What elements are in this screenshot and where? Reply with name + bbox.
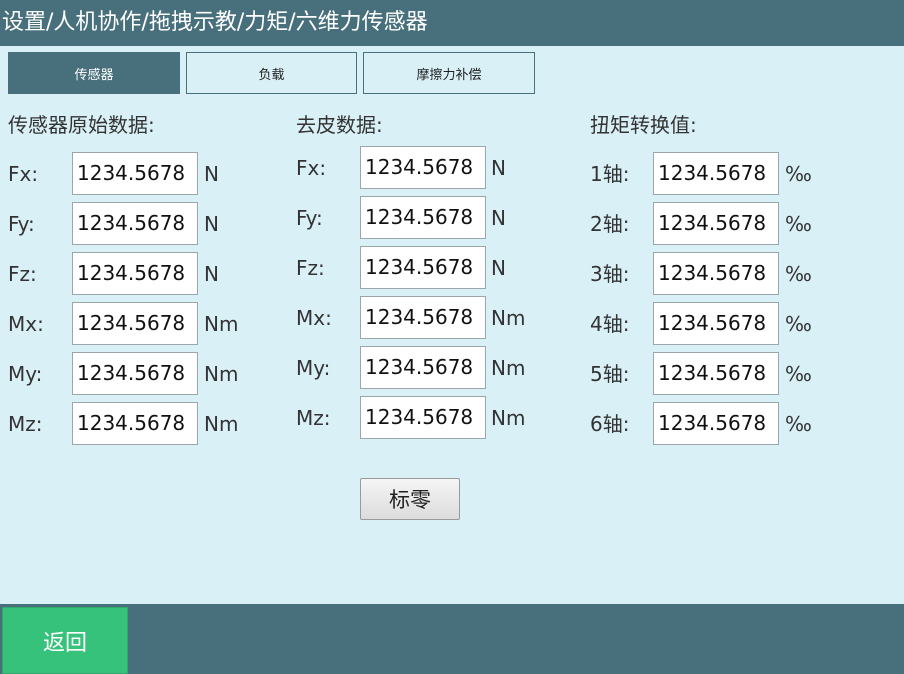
axis-2-label: 2轴: bbox=[590, 212, 630, 236]
tare-my-unit: Nm bbox=[491, 356, 526, 380]
raw-mx-label: Mx: bbox=[8, 312, 44, 336]
title-bar: 设置/人机协作/拖拽示教/力矩/六维力传感器 bbox=[0, 0, 904, 46]
tare-fx-label: Fx: bbox=[296, 156, 327, 180]
tare-fy-label: Fy: bbox=[296, 206, 323, 230]
raw-my-field[interactable]: 1234.5678 bbox=[72, 352, 198, 395]
axis-6-unit: ‰ bbox=[785, 412, 812, 436]
raw-mz-label: Mz: bbox=[8, 412, 43, 436]
tare-mz-label: Mz: bbox=[296, 406, 331, 430]
bottom-bar bbox=[0, 604, 904, 674]
tare-fy-unit: N bbox=[491, 206, 506, 230]
tare-data-title: 去皮数据: bbox=[296, 113, 383, 137]
raw-fz-unit: N bbox=[204, 262, 219, 286]
axis-5-unit: ‰ bbox=[785, 362, 812, 386]
raw-fx-unit: N bbox=[204, 162, 219, 186]
raw-data-title: 传感器原始数据: bbox=[8, 113, 155, 137]
raw-fx-label: Fx: bbox=[8, 162, 39, 186]
axis-2-field[interactable]: 1234.5678 bbox=[653, 202, 779, 245]
axis-1-field[interactable]: 1234.5678 bbox=[653, 152, 779, 195]
axis-3-unit: ‰ bbox=[785, 262, 812, 286]
tab-friction-compensation[interactable]: 摩擦力补偿 bbox=[363, 52, 535, 94]
raw-fz-label: Fz: bbox=[8, 262, 37, 286]
axis-1-unit: ‰ bbox=[785, 162, 812, 186]
app-window: 设置/人机协作/拖拽示教/力矩/六维力传感器 传感器 负载 摩擦力补偿 传感器原… bbox=[0, 0, 904, 674]
tare-fx-unit: N bbox=[491, 156, 506, 180]
tare-fz-field[interactable]: 1234.5678 bbox=[360, 246, 486, 289]
axis-5-field[interactable]: 1234.5678 bbox=[653, 352, 779, 395]
raw-fz-field[interactable]: 1234.5678 bbox=[72, 252, 198, 295]
zero-button[interactable]: 标零 bbox=[360, 478, 460, 520]
torque-conversion-title: 扭矩转换值: bbox=[590, 113, 697, 137]
back-button[interactable]: 返回 bbox=[2, 607, 128, 674]
axis-4-unit: ‰ bbox=[785, 312, 812, 336]
axis-3-label: 3轴: bbox=[590, 262, 630, 286]
raw-my-unit: Nm bbox=[204, 362, 239, 386]
axis-1-label: 1轴: bbox=[590, 162, 630, 186]
tare-my-label: My: bbox=[296, 356, 331, 380]
tare-mx-field[interactable]: 1234.5678 bbox=[360, 296, 486, 339]
tab-load[interactable]: 负载 bbox=[186, 52, 357, 94]
raw-fx-field[interactable]: 1234.5678 bbox=[72, 152, 198, 195]
page-title: 设置/人机协作/拖拽示教/力矩/六维力传感器 bbox=[2, 10, 428, 35]
axis-4-label: 4轴: bbox=[590, 312, 630, 336]
raw-fy-field[interactable]: 1234.5678 bbox=[72, 202, 198, 245]
tare-fz-unit: N bbox=[491, 256, 506, 280]
tare-fy-field[interactable]: 1234.5678 bbox=[360, 196, 486, 239]
axis-6-field[interactable]: 1234.5678 bbox=[653, 402, 779, 445]
axis-2-unit: ‰ bbox=[785, 212, 812, 236]
raw-mz-unit: Nm bbox=[204, 412, 239, 436]
tare-my-field[interactable]: 1234.5678 bbox=[360, 346, 486, 389]
axis-4-field[interactable]: 1234.5678 bbox=[653, 302, 779, 345]
raw-mz-field[interactable]: 1234.5678 bbox=[72, 402, 198, 445]
raw-fy-unit: N bbox=[204, 212, 219, 236]
tab-sensor[interactable]: 传感器 bbox=[8, 52, 180, 94]
tare-mz-unit: Nm bbox=[491, 406, 526, 430]
axis-6-label: 6轴: bbox=[590, 412, 630, 436]
axis-3-field[interactable]: 1234.5678 bbox=[653, 252, 779, 295]
axis-5-label: 5轴: bbox=[590, 362, 630, 386]
tare-mx-unit: Nm bbox=[491, 306, 526, 330]
tare-fz-label: Fz: bbox=[296, 256, 325, 280]
raw-mx-unit: Nm bbox=[204, 312, 239, 336]
tare-fx-field[interactable]: 1234.5678 bbox=[360, 146, 486, 189]
tare-mz-field[interactable]: 1234.5678 bbox=[360, 396, 486, 439]
raw-my-label: My: bbox=[8, 362, 43, 386]
raw-fy-label: Fy: bbox=[8, 212, 35, 236]
tare-mx-label: Mx: bbox=[296, 306, 332, 330]
raw-mx-field[interactable]: 1234.5678 bbox=[72, 302, 198, 345]
